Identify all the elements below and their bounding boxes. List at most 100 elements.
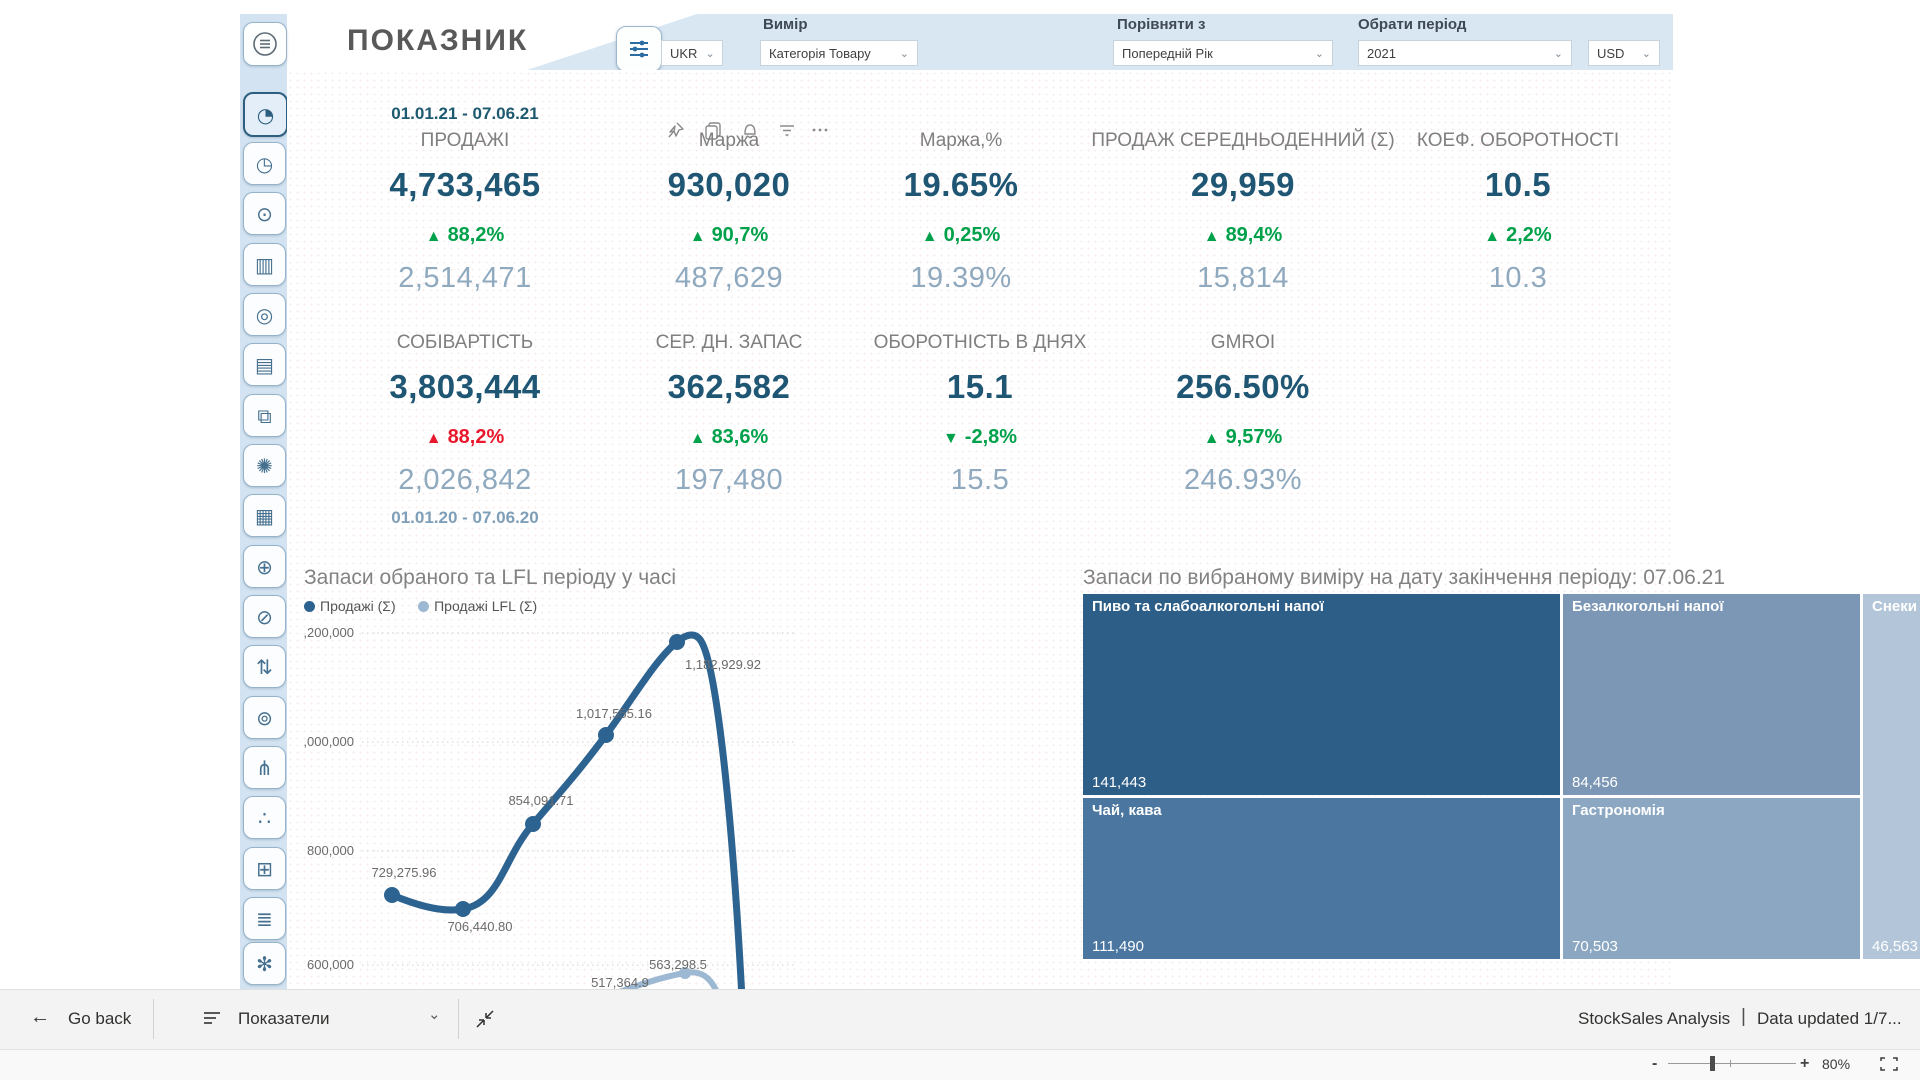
sales-series-point[interactable]: [598, 727, 614, 743]
sidebar-item-planning[interactable]: ▦: [243, 494, 286, 537]
line-chart[interactable]: 1,200,000 1,000,000 800,000 600,000 729,…: [304, 617, 804, 989]
kpi-delta: ▲9,57%: [1093, 416, 1393, 462]
bar-chart-icon: ▥: [255, 255, 274, 275]
kpi-title: КОЕФ. ОБОРОТНОСТІ: [1368, 130, 1668, 158]
page-chevron-icon[interactable]: ⌄: [428, 1005, 441, 1023]
dimension-dropdown[interactable]: Категорія Товару⌄: [760, 40, 918, 66]
target-icon: ◎: [256, 305, 273, 325]
period-dropdown[interactable]: 2021⌄: [1358, 40, 1572, 66]
treemap-tile-gastronomy[interactable]: Гастрономія 70,503: [1563, 798, 1860, 959]
sidebar-item-structure[interactable]: ⧉: [243, 394, 286, 437]
kpi-previous-value: 246.93%: [1093, 462, 1393, 497]
sidebar-item-documents[interactable]: ≣: [243, 897, 286, 940]
sidebar-item-movement[interactable]: ⇅: [243, 645, 286, 688]
back-arrow-icon[interactable]: ←: [30, 1006, 50, 1029]
period-label: Обрати період: [1358, 16, 1466, 33]
arrow-up-icon: ▲: [690, 228, 706, 245]
sidebar-item-global[interactable]: ⊕: [243, 545, 286, 588]
arrow-up-icon: ▲: [426, 228, 442, 245]
treemap-tile-snacks[interactable]: Снеки 46,563: [1863, 594, 1920, 959]
compare-label: Порівняти з: [1117, 16, 1206, 33]
currency-dropdown[interactable]: USD⌄: [1588, 40, 1660, 66]
sidebar-item-trends[interactable]: ◷: [243, 142, 286, 185]
kpi-card-gmroi: GMROI 256.50% ▲9,57% 246.93%: [1093, 332, 1393, 497]
filter-settings-button[interactable]: [616, 26, 662, 72]
app-title: StockSales Analysis: [1578, 1009, 1730, 1029]
kpi-card-cost: СОБІВАРТІСТЬ 3,803,444 ▲88,2% 2,026,842: [315, 332, 615, 497]
language-dropdown[interactable]: UKR⌄: [661, 40, 723, 66]
kpi-delta: ▲88,2%: [315, 214, 615, 260]
wheel-icon: ✺: [256, 456, 273, 476]
footer-divider: [458, 999, 459, 1039]
kpi-value: 4,733,465: [315, 158, 615, 214]
sidebar-item-wheel[interactable]: ✺: [243, 444, 286, 487]
kpi-delta: ▼-2,8%: [830, 416, 1130, 462]
page-title: ПОКАЗНИКИ: [347, 24, 552, 58]
chevron-down-icon: ⌄: [900, 47, 909, 60]
zoom-in-button[interactable]: +: [1800, 1055, 1809, 1073]
arrows-updown-icon: ⇅: [256, 657, 273, 677]
zoom-slider-tick: [1730, 1060, 1731, 1067]
data-label: 1,017,555.16: [576, 706, 652, 721]
sales-series-point[interactable]: [455, 901, 471, 917]
chevron-down-icon: ⌄: [1554, 47, 1563, 60]
data-label: 563,298.5: [649, 957, 707, 972]
fit-to-page-icon[interactable]: [1878, 1056, 1900, 1077]
kpi-value: 3,803,444: [315, 360, 615, 416]
status-bar: [0, 1049, 1920, 1080]
sales-series-point[interactable]: [384, 887, 400, 903]
doc-list-icon: ≣: [256, 909, 273, 929]
kpi-delta: ▲2,2%: [1368, 214, 1668, 260]
tile-label: Безалкогольні напої: [1572, 598, 1724, 615]
sidebar-item-team[interactable]: ∴: [243, 796, 286, 839]
sales-series-line: [392, 635, 742, 989]
kpi-card-turnover-days: ОБОРОТНІСТЬ В ДНЯХ 15.1 ▼-2,8% 15.5: [830, 332, 1130, 497]
zoom-slider-handle[interactable]: [1710, 1056, 1715, 1071]
treemap-tile-beer[interactable]: Пиво та слабоалкогольні напої 141,443: [1083, 594, 1560, 795]
sidebar-item-process[interactable]: ⊞: [243, 847, 286, 890]
hierarchy-icon: ⋔: [256, 758, 273, 778]
line-chart-legend: Продажі (Σ) Продажі LFL (Σ): [304, 598, 555, 617]
sliders-icon: [626, 36, 652, 62]
compare-dropdown[interactable]: Попередній Рік⌄: [1113, 40, 1333, 66]
page-selector[interactable]: Показатели: [238, 1009, 330, 1029]
arrow-up-icon: ▲: [1204, 430, 1220, 447]
tile-label: Пиво та слабоалкогольні напої: [1092, 598, 1324, 615]
tile-value: 111,490: [1092, 938, 1144, 955]
sidebar-item-search-analytics[interactable]: ⊙: [243, 192, 286, 235]
kpi-value: 10.5: [1368, 158, 1668, 214]
gear-icon: ✻: [256, 954, 273, 974]
treemap-tile-tea-coffee[interactable]: Чай, кава 111,490: [1083, 798, 1560, 959]
legend-item[interactable]: Продажі (Σ): [304, 598, 396, 614]
zoom-level: 80%: [1822, 1056, 1850, 1072]
kpi-title: GMROI: [1093, 332, 1393, 360]
pages-list-icon[interactable]: [202, 1009, 224, 1032]
sales-series-point[interactable]: [525, 816, 541, 832]
legend-item[interactable]: Продажі LFL (Σ): [418, 598, 537, 614]
sales-series-point[interactable]: [669, 634, 685, 650]
go-back-button[interactable]: Go back: [68, 1009, 131, 1029]
sidebar-item-audit[interactable]: ⊘: [243, 595, 286, 638]
menu-button[interactable]: [243, 22, 287, 66]
kpi-previous-value: 2,026,842: [315, 462, 615, 497]
arrow-up-icon: ▲: [426, 430, 442, 447]
footer-divider: [153, 999, 154, 1039]
sidebar-item-finance-person[interactable]: ⊚: [243, 696, 286, 739]
chevron-down-icon: ⌄: [1642, 47, 1651, 60]
sidebar-item-hierarchy[interactable]: ⋔: [243, 746, 286, 789]
zoom-slider-track[interactable]: [1668, 1063, 1796, 1064]
sidebar-item-bar-chart[interactable]: ▥: [243, 243, 286, 286]
data-label: 729,275.96: [371, 865, 436, 880]
treemap-tile-soft-drinks[interactable]: Безалкогольні напої 84,456: [1563, 594, 1860, 795]
tile-label: Снеки: [1872, 598, 1917, 615]
dimension-label: Вимір: [763, 16, 807, 33]
zoom-out-button[interactable]: -: [1652, 1055, 1657, 1073]
legend-dot: [304, 601, 315, 612]
sidebar-item-report[interactable]: ▤: [243, 343, 286, 386]
data-label: 1,182,929.92: [685, 657, 761, 672]
sidebar-item-settings[interactable]: ✻: [243, 942, 286, 985]
sidebar-item-kpi[interactable]: ◔: [243, 92, 288, 137]
sidebar-item-targets[interactable]: ◎: [243, 293, 286, 336]
collapse-icon[interactable]: [474, 1008, 496, 1035]
kpi-card-sales: ПРОДАЖІ 4,733,465 ▲88,2% 2,514,471: [315, 130, 615, 295]
